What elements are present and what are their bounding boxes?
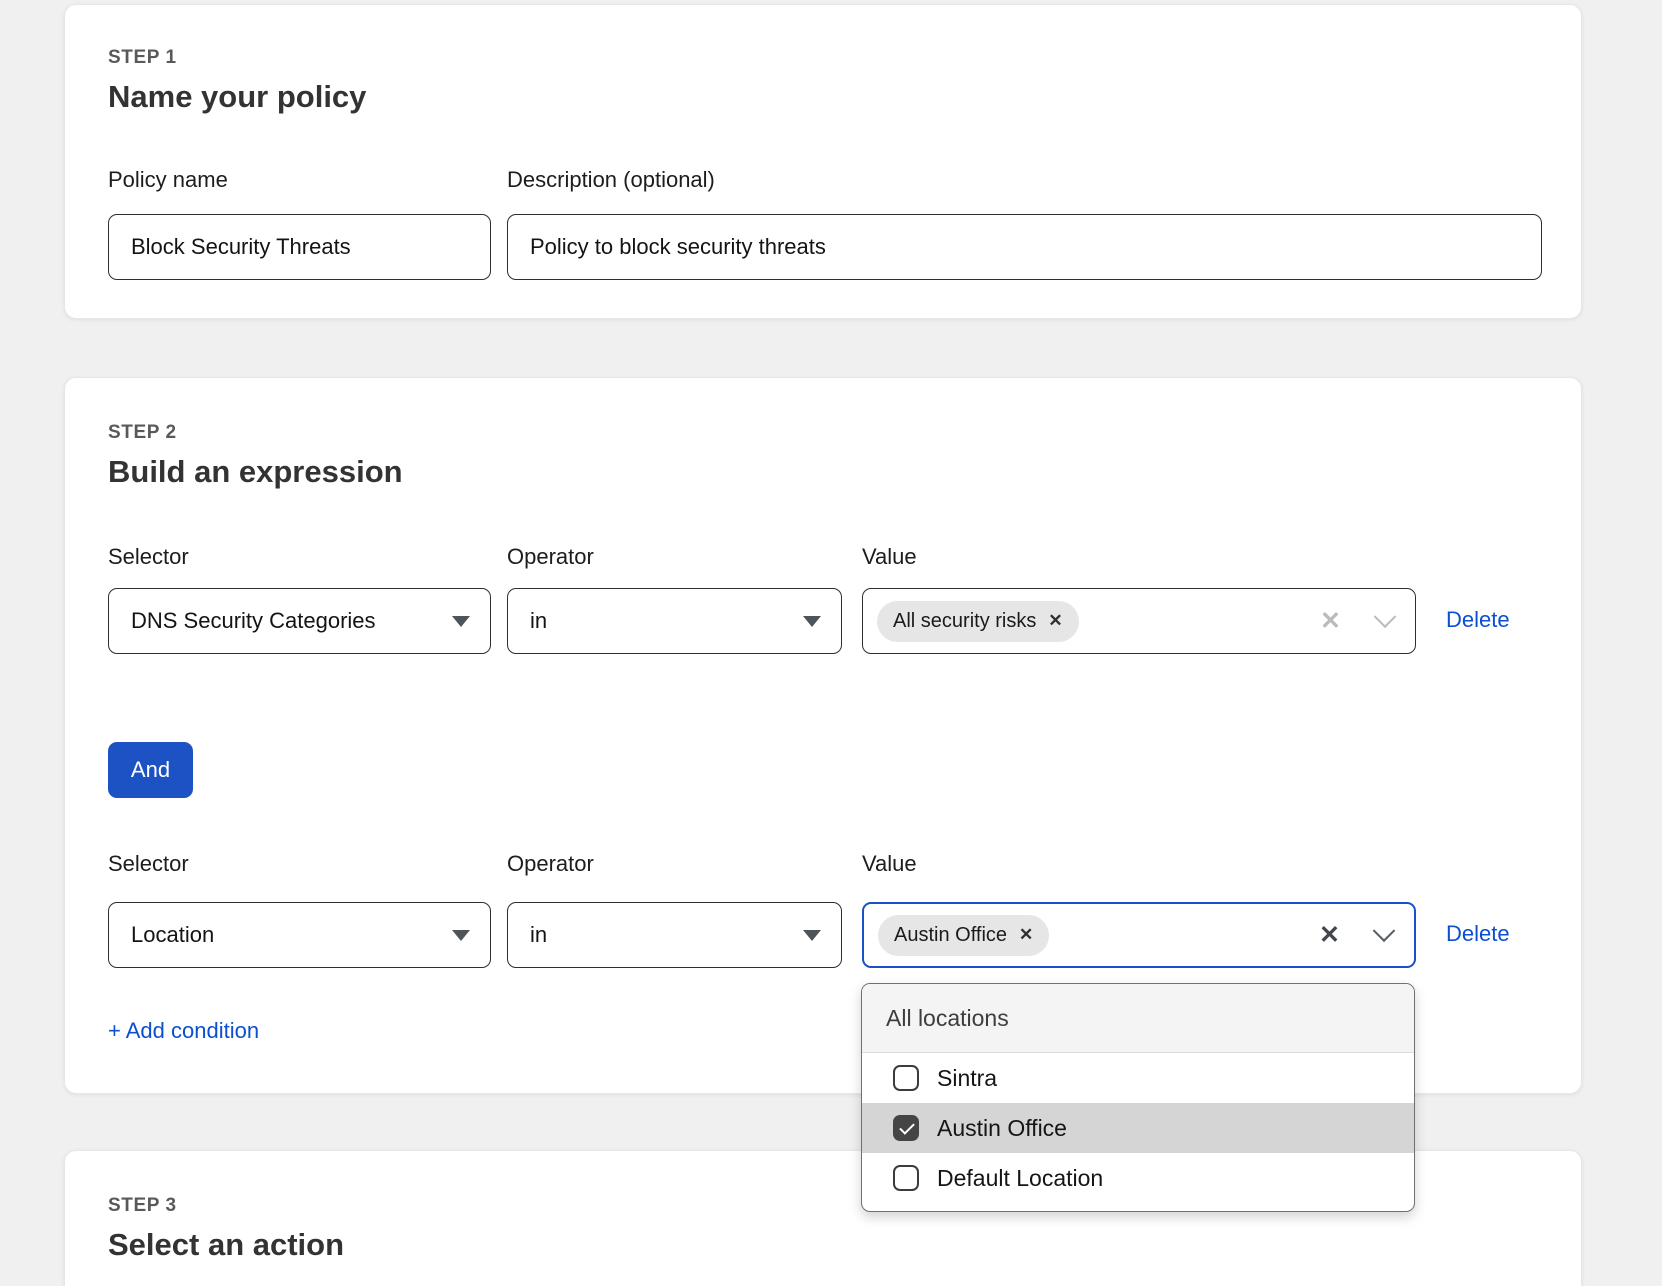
tag-remove-icon[interactable]: ✕ <box>1019 925 1033 945</box>
step3-title: Select an action <box>108 1227 344 1263</box>
operator-dropdown[interactable]: in <box>507 588 842 654</box>
caret-down-icon <box>452 616 470 627</box>
selector-column-label: Selector <box>108 851 189 877</box>
value-tag-label: All security risks <box>893 610 1036 633</box>
value-tag: All security risks ✕ <box>877 601 1079 642</box>
selector-column-label: Selector <box>108 544 189 570</box>
caret-down-icon <box>803 930 821 941</box>
step2-label: STEP 2 <box>108 422 177 444</box>
delete-condition-link[interactable]: Delete <box>1446 921 1510 947</box>
selector-dropdown[interactable]: DNS Security Categories <box>108 588 491 654</box>
value-tag-label: Austin Office <box>894 924 1007 947</box>
location-options-dropdown: All locations Sintra Austin Office Defau… <box>861 983 1415 1212</box>
value-column-label: Value <box>862 851 917 877</box>
operator-dropdown[interactable]: in <box>507 902 842 968</box>
value-multiselect-focused[interactable]: Austin Office ✕ ✕ <box>862 902 1416 968</box>
option-label: Austin Office <box>937 1115 1067 1142</box>
and-button[interactable]: And <box>108 742 193 798</box>
description-label: Description (optional) <box>507 167 715 193</box>
policy-name-input[interactable] <box>108 214 491 280</box>
operator-value: in <box>530 922 547 948</box>
checkbox-unchecked-icon[interactable] <box>893 1165 919 1191</box>
option-label: Sintra <box>937 1065 997 1092</box>
description-input[interactable] <box>507 214 1542 280</box>
option-label: Default Location <box>937 1165 1103 1192</box>
chevron-down-icon[interactable] <box>1373 919 1396 942</box>
step3-label: STEP 3 <box>108 1195 177 1217</box>
checkbox-unchecked-icon[interactable] <box>893 1065 919 1091</box>
caret-down-icon <box>452 930 470 941</box>
step1-label: STEP 1 <box>108 47 177 69</box>
chevron-down-icon[interactable] <box>1374 605 1397 628</box>
selector-dropdown[interactable]: Location <box>108 902 491 968</box>
value-multiselect[interactable]: All security risks ✕ ✕ <box>862 588 1416 654</box>
operator-value: in <box>530 608 547 634</box>
dropdown-option-austin-office[interactable]: Austin Office <box>862 1103 1414 1153</box>
value-tag: Austin Office ✕ <box>878 915 1049 956</box>
step2-title: Build an expression <box>108 454 403 490</box>
delete-condition-link[interactable]: Delete <box>1446 607 1510 633</box>
dropdown-group-header: All locations <box>862 984 1414 1053</box>
policy-builder-page: STEP 1 Name your policy Policy name Desc… <box>0 0 1662 1286</box>
selector-value: Location <box>131 922 214 948</box>
tag-remove-icon[interactable]: ✕ <box>1048 611 1062 631</box>
clear-all-icon[interactable]: ✕ <box>1320 606 1341 636</box>
selector-value: DNS Security Categories <box>131 608 376 634</box>
clear-all-icon[interactable]: ✕ <box>1319 920 1340 950</box>
dropdown-option-default-location[interactable]: Default Location <box>862 1153 1414 1203</box>
operator-column-label: Operator <box>507 851 594 877</box>
step1-card: STEP 1 Name your policy Policy name Desc… <box>64 4 1582 319</box>
add-condition-link[interactable]: + Add condition <box>108 1018 259 1044</box>
step1-title: Name your policy <box>108 79 366 115</box>
dropdown-option-sintra[interactable]: Sintra <box>862 1053 1414 1103</box>
checkbox-checked-icon[interactable] <box>893 1115 919 1141</box>
operator-column-label: Operator <box>507 544 594 570</box>
value-column-label: Value <box>862 544 917 570</box>
policy-name-label: Policy name <box>108 167 228 193</box>
caret-down-icon <box>803 616 821 627</box>
